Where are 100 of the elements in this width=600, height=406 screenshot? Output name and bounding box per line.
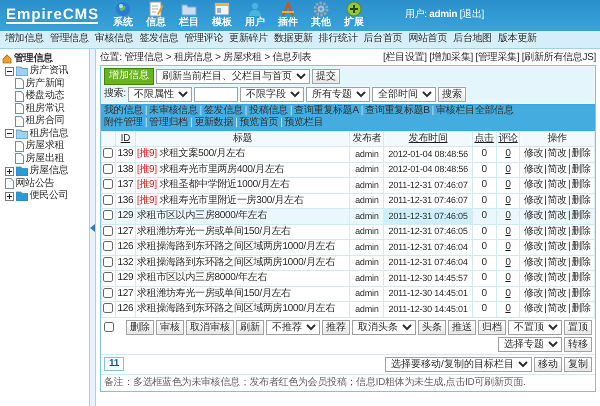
submit-button[interactable]: 提交 [312, 68, 340, 84]
bulk-action-button[interactable]: 推送 [448, 320, 476, 334]
bulk-action-button[interactable]: 审核 [156, 320, 184, 334]
row-checkbox[interactable] [103, 241, 114, 252]
comments-link[interactable]: 0 [505, 210, 511, 221]
row-checkbox[interactable] [103, 256, 114, 267]
title-link[interactable]: 求租寿光市里附近一房300/月左右 [159, 194, 304, 206]
bulk-action-button[interactable]: 置顶 [564, 320, 592, 334]
nav-link[interactable]: 管理信息 [46, 32, 92, 46]
title-link[interactable]: 求租寿光市里两房400/月左右 [159, 164, 284, 174]
action-link[interactable]: 修改 [524, 226, 544, 236]
action-link[interactable]: 删除 [571, 272, 591, 283]
header-link[interactable]: [刷新所有信息JS] [522, 52, 596, 64]
action-link[interactable]: 修改 [524, 179, 544, 190]
row-checkbox[interactable] [103, 194, 114, 205]
search-button[interactable]: 搜索 [438, 86, 466, 102]
copy-button[interactable]: 复制 [564, 356, 592, 372]
filter-link[interactable]: 预览首页 [239, 117, 278, 130]
nav-link[interactable]: 增加信息 [2, 32, 47, 46]
header-link[interactable]: [增加采集] [429, 52, 473, 64]
bulk-select[interactable]: 不置顶 [508, 320, 562, 334]
bulk-select[interactable]: 取消头条 [352, 320, 416, 334]
action-link[interactable]: 删除 [571, 194, 591, 206]
action-link[interactable]: 简改 [548, 241, 567, 252]
header-link[interactable]: [管理采集] [476, 52, 520, 64]
action-link[interactable]: 简改 [548, 272, 567, 283]
nav-link[interactable]: 签发信息 [136, 32, 182, 46]
tree-root[interactable]: 管理信息 [14, 52, 53, 65]
bulk-action-button[interactable]: 推荐 [322, 320, 350, 334]
action-link[interactable]: 简改 [548, 148, 567, 159]
tree-item[interactable]: 租房常识 [26, 102, 64, 115]
nav-link[interactable]: 管理评论 [181, 32, 226, 46]
action-link[interactable]: 简改 [548, 226, 567, 236]
bulk-action-button[interactable]: 取消审核 [186, 320, 234, 334]
tree-item[interactable]: 网站公告 [16, 178, 54, 190]
action-link[interactable]: 简改 [548, 210, 567, 221]
action-link[interactable]: 删除 [571, 256, 591, 268]
action-link[interactable]: 简改 [548, 303, 567, 314]
tree-item[interactable]: 便民公司 [30, 190, 68, 202]
bulk-action-button[interactable]: 删除 [126, 320, 154, 334]
topic-select[interactable]: 所有专题 [306, 86, 370, 102]
comments-link[interactable]: 0 [505, 241, 511, 252]
action-link[interactable]: 删除 [571, 148, 591, 159]
filter-link[interactable]: 查询重复标题A [294, 104, 359, 117]
nav-link[interactable]: 更新碎片 [226, 32, 271, 46]
filter-link[interactable]: 附件管理 [104, 117, 143, 130]
tree-item[interactable]: 房屋出租 [26, 152, 64, 165]
breadcrumb-link[interactable]: 租房信息 [174, 52, 213, 64]
select-all-checkbox[interactable] [104, 322, 114, 332]
comments-link[interactable]: 0 [505, 272, 511, 283]
action-link[interactable]: 删除 [571, 303, 591, 314]
tree-item[interactable]: 房产资讯 [30, 65, 68, 78]
title-link[interactable]: 求租文案500/月左右 [159, 148, 246, 159]
move-button[interactable]: 移动 [534, 356, 562, 372]
nav-link[interactable]: 后台首页 [360, 32, 406, 46]
action-link[interactable]: 修改 [524, 148, 544, 159]
filter-link[interactable]: 查询重复标题B [365, 104, 430, 117]
filter-link[interactable]: 审核栏目全部信息 [436, 104, 514, 117]
comments-link[interactable]: 0 [505, 303, 511, 314]
action-link[interactable]: 修改 [524, 288, 544, 298]
comments-link[interactable]: 0 [505, 179, 511, 190]
nav-link[interactable]: 版本更新 [494, 32, 540, 46]
comments-link[interactable]: 0 [505, 256, 511, 268]
filter-link[interactable]: 投稿信息 [249, 104, 288, 117]
row-checkbox[interactable] [103, 148, 114, 158]
bulk-action-button[interactable]: 转移 [564, 336, 592, 352]
comments-link[interactable]: 0 [505, 194, 511, 206]
header-link[interactable]: [栏目设置] [382, 52, 427, 64]
nav-link[interactable]: 后台地图 [450, 32, 495, 46]
action-link[interactable]: 简改 [548, 256, 567, 268]
action-link[interactable]: 删除 [571, 241, 591, 252]
action-link[interactable]: 修改 [524, 272, 544, 283]
bulk-action-button[interactable]: 刷新 [236, 320, 264, 334]
comments-link[interactable]: 0 [505, 226, 511, 236]
filter-link[interactable]: 管理归档 [149, 117, 188, 130]
refresh-select[interactable]: 刷新当前栏目、父栏目与首页 [156, 68, 310, 84]
bulk-select[interactable]: 不推荐 [266, 320, 320, 334]
action-link[interactable]: 简改 [548, 194, 567, 206]
row-checkbox[interactable] [103, 288, 114, 298]
action-link[interactable]: 修改 [524, 303, 544, 314]
action-link[interactable]: 修改 [524, 256, 544, 268]
comments-link[interactable]: 0 [505, 148, 511, 159]
breadcrumb-link[interactable]: 信息列表 [272, 52, 312, 64]
action-link[interactable]: 修改 [524, 194, 544, 206]
attribute-select[interactable]: 不限属性 [128, 86, 192, 102]
row-checkbox[interactable] [103, 272, 114, 282]
row-checkbox[interactable] [103, 164, 114, 174]
bulk-action-button[interactable]: 归档 [478, 320, 506, 334]
title-link[interactable]: 求租圣都中学附近1000/月左右 [159, 179, 290, 190]
tree-item[interactable]: 房产新闻 [26, 78, 64, 90]
filter-link[interactable]: 签发信息 [204, 104, 243, 117]
tree-item[interactable]: 房屋求租 [26, 140, 64, 152]
bulk-action-button[interactable]: 头条 [418, 320, 446, 334]
time-select[interactable]: 全部时间 [372, 86, 436, 102]
comments-link[interactable]: 0 [505, 164, 511, 174]
action-link[interactable]: 简改 [548, 164, 567, 174]
comments-link[interactable]: 0 [505, 288, 511, 298]
nav-link[interactable]: 网站首页 [405, 32, 450, 46]
tree-item[interactable]: 楼盘动态 [26, 90, 64, 102]
action-link[interactable]: 简改 [548, 179, 567, 190]
